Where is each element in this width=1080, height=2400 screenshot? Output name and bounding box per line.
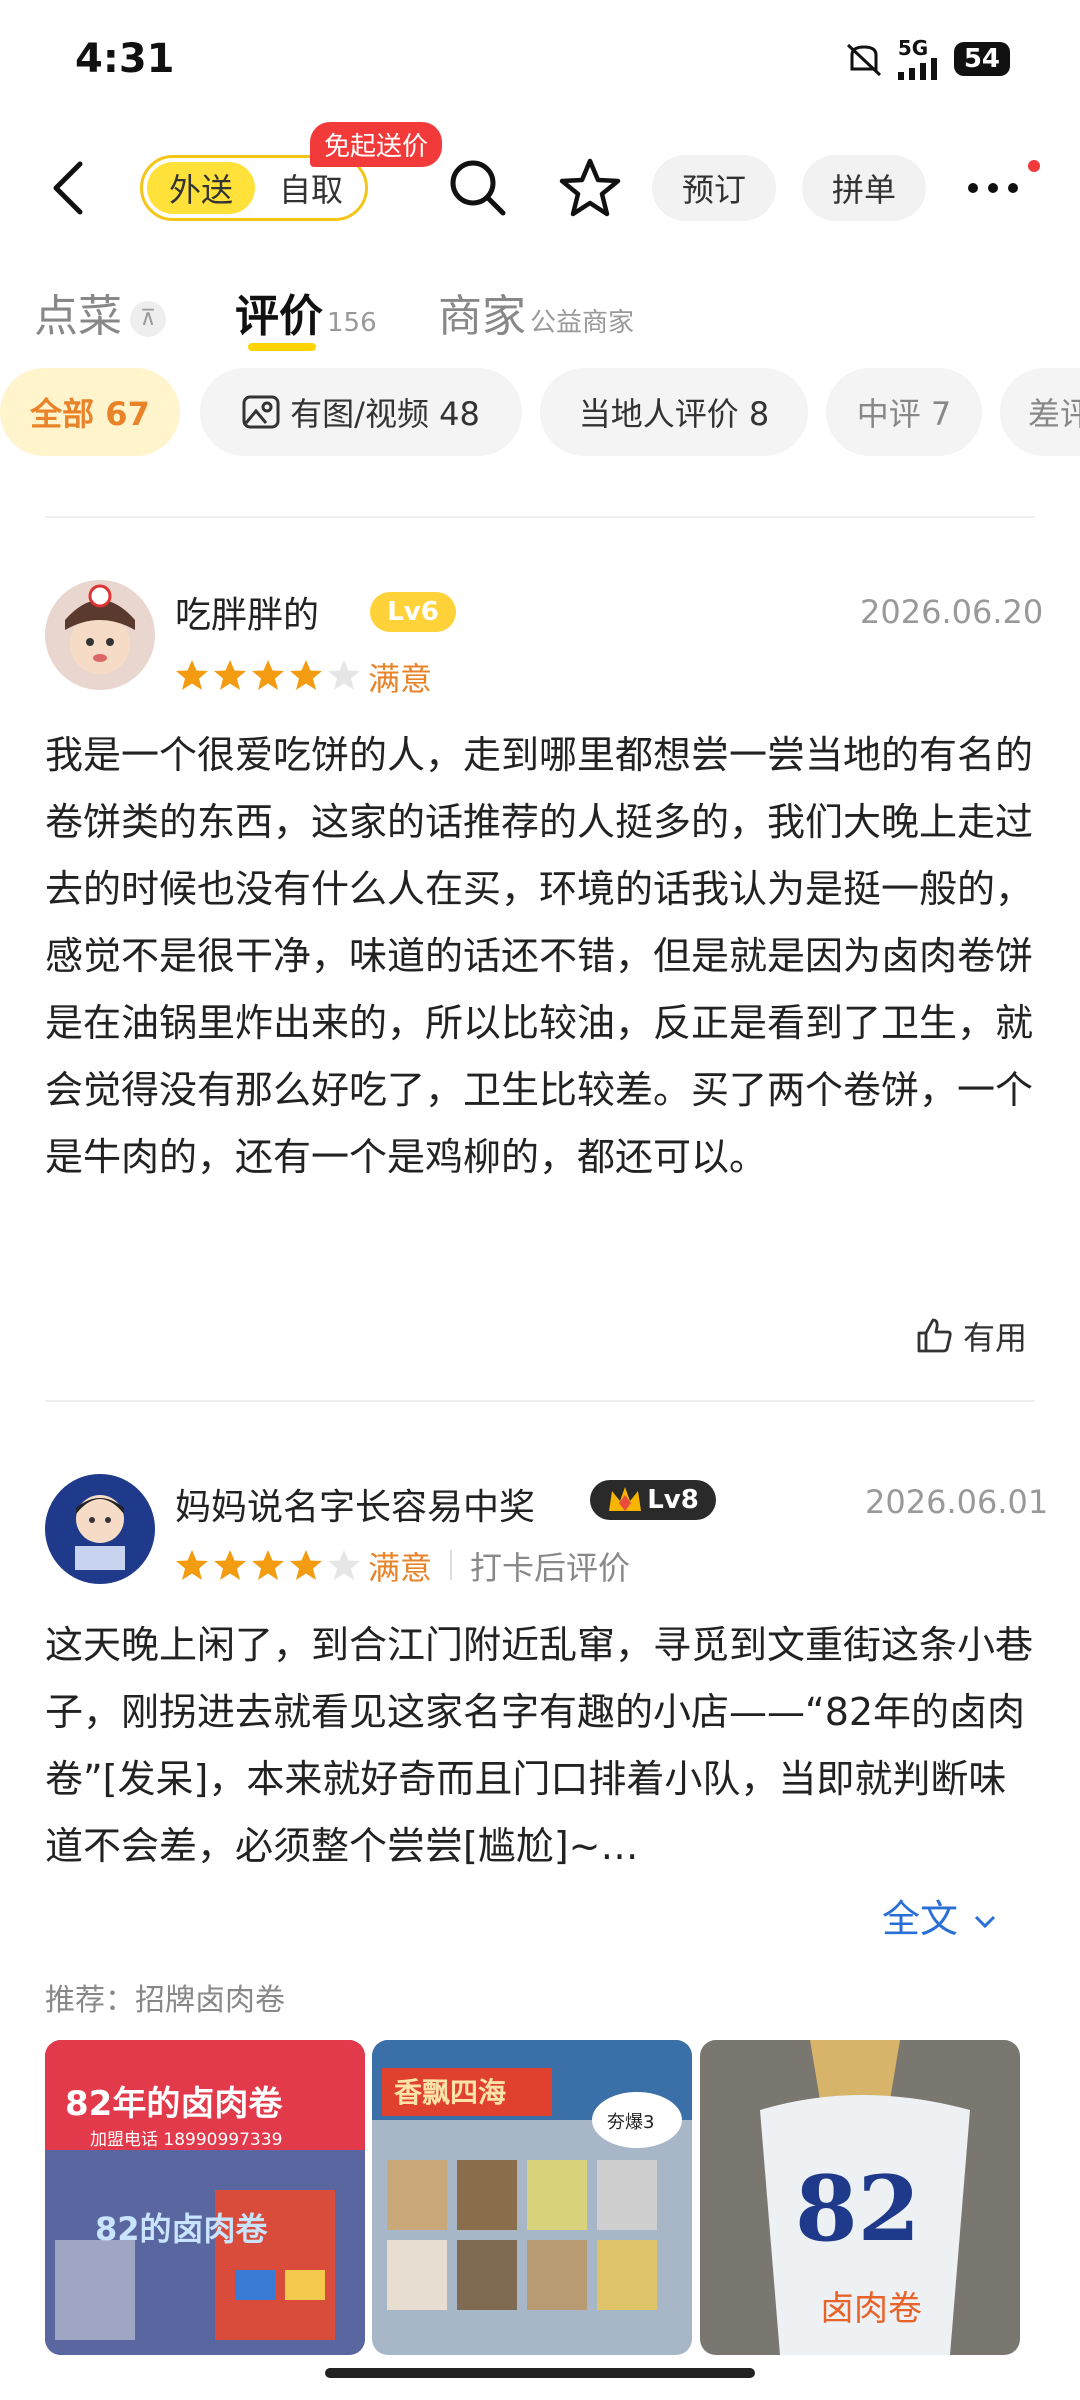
filter-media[interactable]: 有图/视频 48	[200, 368, 522, 456]
filter-negative[interactable]: 差评	[1000, 368, 1080, 456]
review-text[interactable]: 我是一个很爱吃饼的人，走到哪里都想尝一尝当地的有名的卷饼类的东西，这家的话推荐的…	[45, 722, 1040, 1191]
merchant-tag: 公益商家	[530, 308, 635, 338]
cup-label: 卤肉卷	[820, 2289, 922, 2329]
photo-food-display: 香飘四海 夯爆3	[372, 2040, 692, 2355]
tab-reviews[interactable]: 评价 156	[235, 280, 377, 344]
signal-icon	[897, 58, 937, 80]
sign-bottom-text: 82的卤肉卷	[95, 2210, 269, 2248]
star-rating	[175, 1548, 361, 1582]
avatar-image	[45, 580, 155, 690]
cup-number: 82	[795, 2156, 920, 2262]
sign-top-text: 82年的卤肉卷	[65, 2084, 283, 2124]
chevron-down-icon	[975, 1915, 996, 1929]
level-badge: Lv8	[590, 1480, 716, 1520]
tag-text: 夯爆3	[607, 2112, 654, 2133]
filter-all[interactable]: 全部 67	[0, 368, 180, 456]
back-button[interactable]	[44, 158, 94, 218]
mute-icon	[846, 43, 881, 77]
separator	[450, 1550, 452, 1580]
level-badge: Lv6	[370, 592, 456, 632]
tab-menu-label: 点菜	[34, 291, 122, 342]
home-indicator[interactable]	[325, 2368, 755, 2378]
expand-link[interactable]: 全文	[882, 1888, 1000, 1943]
star-empty-icon	[328, 1550, 360, 1580]
avatar[interactable]	[45, 1474, 155, 1584]
star-outline-icon	[559, 158, 621, 217]
review-photo[interactable]: 82 卤肉卷	[700, 2040, 1020, 2355]
tab-merchant-label: 商家	[438, 291, 526, 342]
more-dots-icon	[968, 183, 1018, 193]
divider	[45, 1400, 1035, 1402]
back-arrow-icon	[53, 161, 83, 215]
avatar-image	[45, 1474, 155, 1584]
pickup-option[interactable]: 自取	[261, 162, 361, 214]
status-icons: 5G 54	[844, 38, 1010, 80]
star-rating	[175, 658, 361, 692]
review-date: 2026.06.20	[860, 593, 1044, 631]
checkin-note: 打卡后评价	[470, 1549, 631, 1587]
photo-storefront: 82年的卤肉卷 加盟电话 18990997339 82的卤肉卷	[45, 2040, 365, 2355]
tab-merchant[interactable]: 商家 公益商家	[438, 280, 634, 344]
thumbs-up-icon	[917, 1318, 952, 1353]
group-order-button[interactable]: 拼单	[802, 155, 926, 221]
phone-text: 加盟电话 18990997339	[90, 2130, 282, 2150]
filter-local[interactable]: 当地人评价 8	[540, 368, 808, 456]
divider	[45, 516, 1035, 518]
filter-neutral[interactable]: 中评 7	[826, 368, 982, 456]
battery-indicator: 54	[953, 42, 1010, 76]
helpful-label: 有用	[963, 1319, 1028, 1357]
sign-top-text: 香飘四海	[394, 2076, 506, 2109]
tab-reviews-label: 评价	[235, 291, 323, 342]
star-filled-icon	[214, 660, 246, 690]
star-filled-icon	[252, 1550, 284, 1580]
promo-badge: 免起送价	[310, 122, 443, 167]
tab-menu[interactable]: 点菜 ⊼	[34, 280, 166, 344]
review-photo[interactable]: 82年的卤肉卷 加盟电话 18990997339 82的卤肉卷	[45, 2040, 365, 2355]
star-filled-icon	[290, 1550, 322, 1580]
recommended-dish[interactable]: 推荐：招牌卤肉卷	[45, 1975, 285, 2019]
rating-label: 满意	[368, 1549, 433, 1587]
notification-dot	[1028, 160, 1040, 172]
star-filled-icon	[214, 1550, 246, 1580]
reserve-button[interactable]: 预订	[652, 155, 776, 221]
helpful-button[interactable]: 有用	[915, 1313, 1027, 1359]
rating-label: 满意	[368, 660, 433, 698]
star-empty-icon	[328, 660, 360, 690]
filter-media-label: 有图/视频 48	[290, 395, 480, 433]
review-date: 2026.06.01	[865, 1483, 1049, 1521]
delivery-option[interactable]: 外送	[147, 162, 255, 214]
star-filled-icon	[290, 660, 322, 690]
image-icon	[242, 395, 280, 429]
photo-wrap-cup: 82 卤肉卷	[700, 2040, 1020, 2355]
favorite-button[interactable]	[557, 155, 623, 221]
level-label: Lv8	[647, 1485, 699, 1515]
star-filled-icon	[252, 660, 284, 690]
expand-label: 全文	[882, 1897, 959, 1941]
review-photo[interactable]: 香飘四海 夯爆3	[372, 2040, 692, 2355]
pin-top-icon: ⊼	[130, 301, 166, 337]
reviewer-name[interactable]: 吃胖胖的	[175, 586, 319, 638]
star-filled-icon	[176, 1550, 208, 1580]
more-button[interactable]	[960, 155, 1026, 221]
network-label: 5G	[897, 36, 929, 60]
crown-icon	[609, 1487, 642, 1511]
reviewer-name[interactable]: 妈妈说名字长容易中奖	[175, 1478, 535, 1530]
star-filled-icon	[176, 660, 208, 690]
avatar[interactable]	[45, 580, 155, 690]
search-icon	[450, 160, 506, 216]
review-count: 156	[327, 308, 377, 338]
status-time: 4:31	[75, 36, 175, 82]
search-button[interactable]	[445, 155, 511, 221]
active-tab-indicator	[248, 343, 316, 351]
